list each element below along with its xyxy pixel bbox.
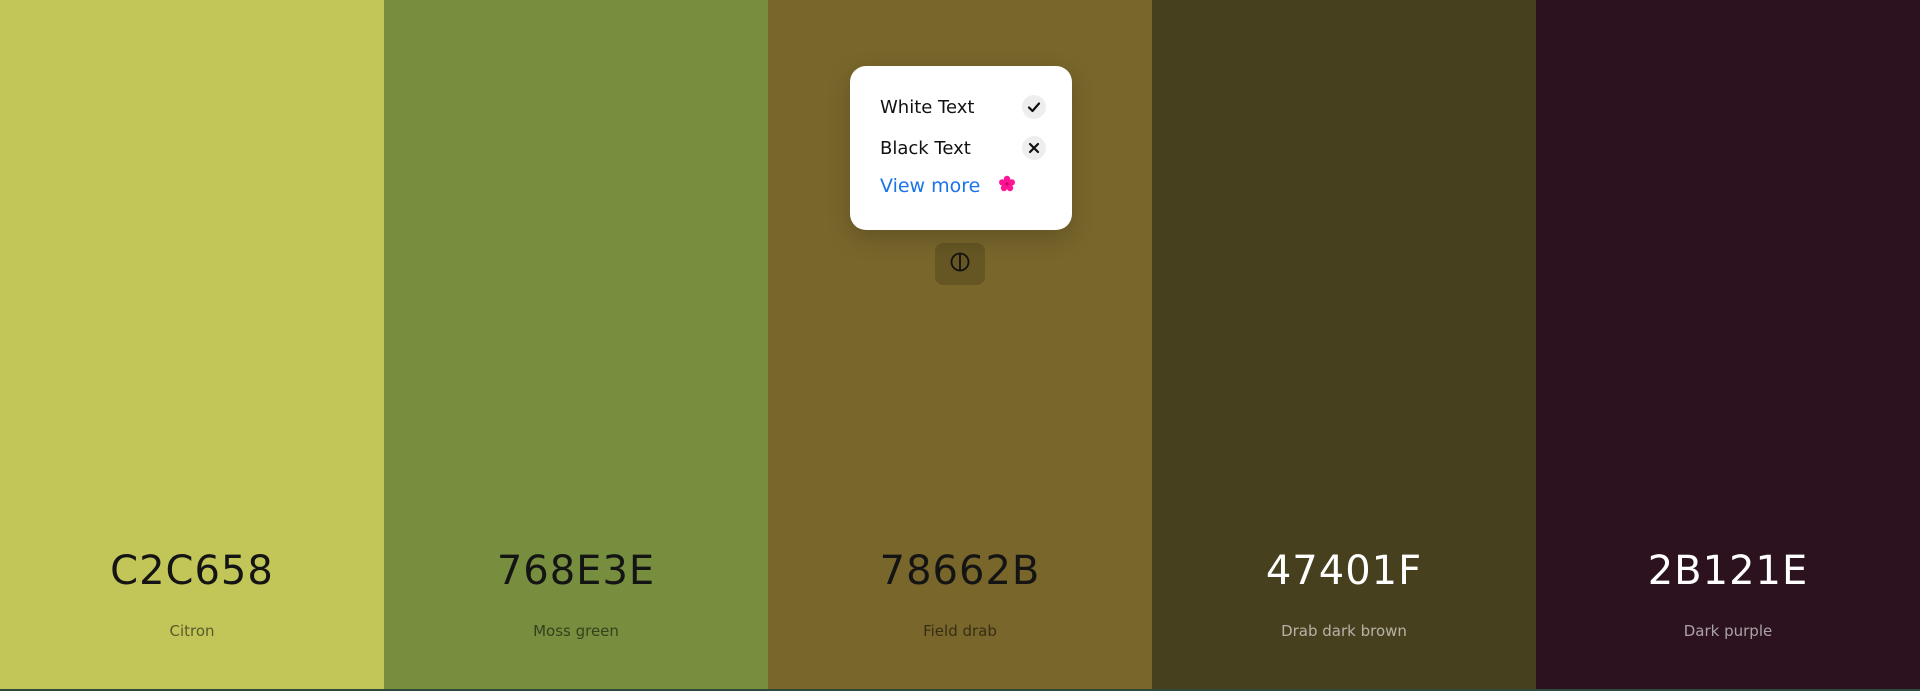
swatch-citron[interactable]: C2C658 Citron: [0, 0, 384, 689]
swatch-hex[interactable]: 47401F: [1152, 548, 1536, 594]
contrast-toggle-button[interactable]: [935, 243, 985, 285]
swatch-name: Citron: [169, 622, 215, 640]
view-more-row[interactable]: View more: [880, 172, 1016, 200]
check-icon: [1022, 95, 1046, 119]
swatch-name: Moss green: [533, 622, 619, 640]
swatch-hex[interactable]: 2B121E: [1536, 548, 1920, 594]
contrast-icon: [949, 251, 971, 277]
view-more-link[interactable]: View more: [880, 175, 980, 197]
swatch-drab-dark-brown[interactable]: 47401F Drab dark brown: [1152, 0, 1536, 689]
close-icon: [1022, 136, 1046, 160]
swatch-hex[interactable]: 78662B: [768, 548, 1152, 594]
white-text-label: White Text: [880, 96, 975, 118]
swatch-name: Dark purple: [1683, 622, 1773, 640]
swatch-moss-green[interactable]: 768E3E Moss green: [384, 0, 768, 689]
swatch-hex[interactable]: 768E3E: [384, 548, 768, 594]
swatch-dark-purple[interactable]: 2B121E Dark purple: [1536, 0, 1920, 689]
swatch-name: Field drab: [923, 622, 997, 640]
text-contrast-popover: White Text Black Text View more: [850, 66, 1072, 230]
flower-icon: [998, 175, 1016, 197]
black-text-option[interactable]: Black Text: [880, 134, 1046, 162]
swatch-hex[interactable]: C2C658: [0, 548, 384, 594]
white-text-option[interactable]: White Text: [880, 93, 1046, 121]
swatch-name: Drab dark brown: [1281, 622, 1407, 640]
black-text-label: Black Text: [880, 137, 971, 159]
